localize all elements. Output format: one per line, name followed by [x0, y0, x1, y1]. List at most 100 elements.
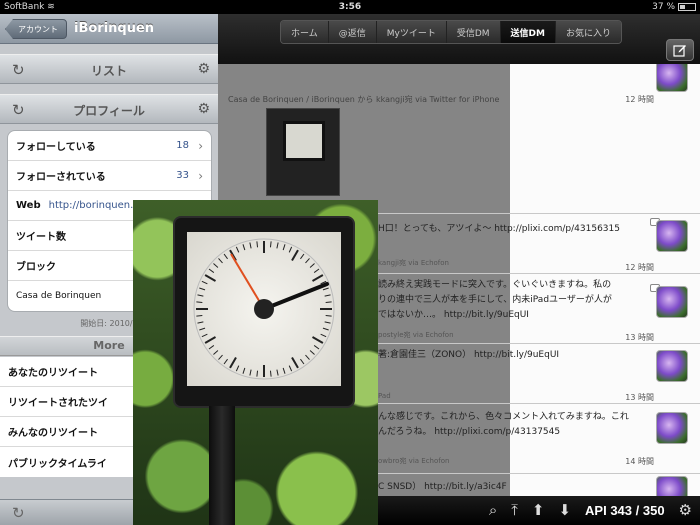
- dial-tick: [201, 333, 208, 338]
- dial-tick: [256, 370, 259, 377]
- avatar[interactable]: [656, 220, 688, 252]
- web-link[interactable]: http://borinquen.: [49, 200, 134, 211]
- gear-icon[interactable]: ⚙: [197, 61, 210, 77]
- row-label: パブリックタイムライ: [8, 458, 107, 470]
- search-icon[interactable]: ⌕: [489, 503, 497, 518]
- thermometer-dial-graphic: [193, 238, 335, 380]
- tab-received-dm[interactable]: 受信DM: [446, 21, 501, 43]
- battery-icon: [678, 3, 696, 11]
- dial-tick: [324, 294, 331, 297]
- dial-tick: [313, 268, 320, 273]
- tab-favorites[interactable]: お気に入り: [555, 21, 621, 43]
- dial-tick: [288, 246, 293, 253]
- table-row[interactable]: Casa de Borinquen / iBorinquen から kkangj…: [218, 60, 700, 214]
- arrow-up-icon[interactable]: ⬆: [532, 503, 545, 518]
- tweet-text: C SNSD） http://bit.ly/a3ic4F: [378, 482, 507, 492]
- row-value: 18: [176, 140, 189, 151]
- avatar[interactable]: [656, 60, 688, 92]
- tab-sent-dm[interactable]: 送信DM: [500, 21, 556, 43]
- list-section-bar: ↻ リスト ⚙: [0, 54, 218, 84]
- tab-home[interactable]: ホーム: [281, 21, 329, 43]
- dial-tick: [218, 258, 223, 264]
- tweet-text: んな感じです。これから、色々コメント入れてみますね。これ んだろうね。 http…: [378, 412, 629, 437]
- tweet-text: 読み終え実践モードに突入です。ぐいぐいきますね。私の りの連中で三人が本を手にし…: [378, 280, 612, 320]
- dial-tick: [300, 253, 305, 260]
- row-label: フォローしている: [16, 142, 96, 153]
- row-label: リツイートされたツイ: [8, 398, 108, 409]
- section-title-list: リスト: [90, 64, 127, 78]
- dial-tick: [223, 253, 228, 260]
- avatar[interactable]: [656, 286, 688, 318]
- dial-tick: [199, 287, 206, 291]
- section-title-profile: プロフィール: [73, 104, 145, 118]
- photo-thumbnail[interactable]: [266, 108, 340, 196]
- tweet-meta: Pad: [378, 392, 391, 400]
- sidebar-title: iBorinquen: [74, 21, 155, 36]
- tab-replies[interactable]: @返信: [328, 21, 377, 43]
- dial-tick: [249, 369, 252, 376]
- tweet-meta: owbro宛 via Echofon: [378, 457, 450, 465]
- tweet-time: 12 時間: [625, 95, 654, 104]
- dial-tick: [311, 274, 324, 282]
- tweet-text: H口！とっても、アツイよ～ http://plixi.com/p/4315631…: [378, 224, 620, 234]
- dial-tick: [322, 327, 329, 331]
- avatar[interactable]: [656, 350, 688, 382]
- dial-tick: [276, 242, 279, 249]
- bottom-toolbar: ⌕ ⤒ ⬆ ⬇ API 343 / 350 ⚙: [376, 496, 700, 525]
- dial-tick: [196, 314, 203, 317]
- profile-section-bar: ↻ プロフィール ⚙: [0, 94, 218, 124]
- dial-tick: [309, 350, 315, 355]
- dial-tick: [269, 241, 272, 248]
- dial-tick: [313, 345, 320, 350]
- tweet-time: 13 時間: [625, 393, 654, 402]
- status-bar: SoftBank ≋ 3:56 37 %: [0, 0, 700, 14]
- dial-tick: [311, 336, 324, 344]
- timeline-tabs: ホーム @返信 Myツイート 受信DM 送信DM お気に入り: [280, 20, 622, 44]
- gear-icon[interactable]: ⚙: [197, 101, 210, 117]
- sidebar-item-followers[interactable]: フォローされている 33 ›: [8, 161, 211, 191]
- expanded-photo[interactable]: [133, 200, 378, 525]
- tweet-time: 13 時間: [625, 333, 654, 342]
- tweet-text: 著:倉園佳三（ZONO） http://bit.ly/9uEqUI: [378, 350, 560, 360]
- dial-tick: [324, 321, 331, 324]
- dial-tick: [291, 356, 299, 369]
- tweet-meta: postyle宛 via Echofon: [378, 331, 454, 339]
- thermometer-dial: [187, 232, 341, 386]
- tab-my-tweets[interactable]: Myツイート: [376, 21, 447, 43]
- dial-tick: [269, 370, 272, 377]
- sidebar-item-following[interactable]: フォローしている 18 ›: [8, 131, 211, 161]
- tweet-time: 12 時間: [625, 263, 654, 272]
- avatar[interactable]: [656, 412, 688, 444]
- api-rate-limit: API 343 / 350: [585, 503, 665, 518]
- chevron-right-icon: ›: [198, 138, 203, 153]
- dial-tick: [282, 367, 286, 374]
- thermometer-stand: [209, 406, 235, 525]
- dial-tick: [282, 244, 286, 251]
- dial-tick: [242, 367, 246, 374]
- compose-icon: [673, 45, 686, 57]
- refresh-icon[interactable]: ↻: [12, 504, 25, 522]
- clock: 3:56: [338, 2, 362, 12]
- row-label: Web: [16, 200, 41, 211]
- dial-tick: [300, 358, 305, 365]
- dial-tick: [305, 354, 310, 360]
- dial-tick: [223, 358, 228, 365]
- top-toolbar: ホーム @返信 Myツイート 受信DM 送信DM お気に入り: [218, 14, 700, 64]
- sidebar-header: アカウント iBorinquen: [0, 14, 218, 44]
- dial-tick: [325, 314, 332, 317]
- dial-tick: [197, 321, 204, 324]
- dial-tick: [196, 301, 203, 304]
- compose-button[interactable]: [666, 39, 694, 61]
- tweet-meta: kangji宛 via Echofon: [378, 259, 449, 267]
- back-button[interactable]: アカウント: [5, 19, 67, 39]
- dial-tick: [291, 249, 299, 262]
- dial-tick: [322, 287, 329, 291]
- gear-icon[interactable]: ⚙: [679, 503, 692, 518]
- scroll-top-icon[interactable]: ⤒: [511, 503, 518, 518]
- thermometer-thumbnail-image: [283, 121, 325, 161]
- arrow-down-icon[interactable]: ⬇: [558, 503, 571, 518]
- dial-tick: [229, 356, 237, 369]
- dial-tick: [325, 301, 332, 304]
- row-value: 33: [176, 170, 189, 181]
- tweet-meta: Casa de Borinquen / iBorinquen から kkangj…: [228, 95, 500, 104]
